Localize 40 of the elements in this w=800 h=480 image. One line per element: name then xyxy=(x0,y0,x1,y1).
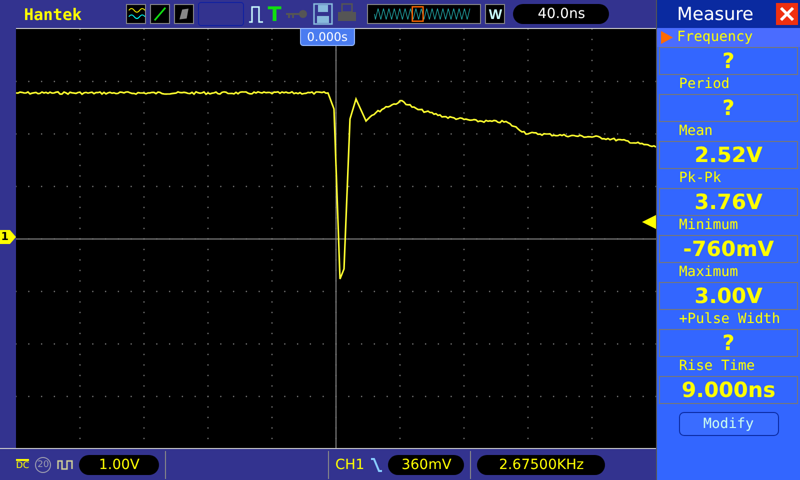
pulse-icon[interactable] xyxy=(248,4,264,24)
frequency-readout: 2.67500KHz xyxy=(477,454,606,474)
trigger-position-label: 0.000s xyxy=(300,28,355,46)
memory-overview-bar[interactable] xyxy=(367,4,482,24)
measurement-label[interactable]: Rise Time xyxy=(657,357,800,376)
measurement-label[interactable]: +Pulse Width xyxy=(657,310,800,329)
modify-button[interactable]: Modify xyxy=(678,412,778,436)
coupling-label: DC xyxy=(16,458,30,470)
waveform-icon[interactable] xyxy=(126,4,146,24)
persistence-icon[interactable] xyxy=(174,4,194,24)
measurement-value: 3.76V xyxy=(659,188,798,216)
save-icon[interactable] xyxy=(313,3,334,25)
measurement-value: 2.52V xyxy=(659,141,798,169)
falling-edge-icon xyxy=(370,456,382,472)
measurement-value: ? xyxy=(659,329,798,357)
measurement-value: -760mV xyxy=(659,235,798,263)
measurement-label[interactable]: Maximum xyxy=(657,263,800,282)
trigger-level-readout: 360mV xyxy=(388,454,464,474)
close-icon[interactable] xyxy=(776,3,798,25)
measurement-label[interactable]: Mean xyxy=(657,122,800,141)
measurement-value: 9.000ns xyxy=(659,376,798,404)
measurement-value: ? xyxy=(659,94,798,122)
measurement-label[interactable]: Period xyxy=(657,75,800,94)
measurement-label[interactable]: Frequency xyxy=(657,28,800,47)
square-wave-icon xyxy=(57,458,74,470)
volts-per-div-readout: 1.00V xyxy=(79,454,160,474)
panel-title: Measure xyxy=(677,4,754,24)
trigger-level-marker[interactable] xyxy=(642,215,656,229)
measurement-label[interactable]: Minimum xyxy=(657,216,800,235)
measurement-value: ? xyxy=(659,47,798,75)
measurement-label[interactable]: Pk-Pk xyxy=(657,169,800,188)
brand-logo: Hantek xyxy=(24,4,82,24)
selection-arrow-icon xyxy=(661,31,673,44)
bandwidth-limit-indicator: 20 xyxy=(35,456,52,472)
channel-marker[interactable]: 1 xyxy=(0,230,16,244)
measurement-value: 3.00V xyxy=(659,282,798,310)
wave-button[interactable]: W xyxy=(485,4,506,24)
trigger-icon[interactable]: T xyxy=(268,4,282,24)
trigger-source-label: CH1 xyxy=(335,456,364,472)
timebase-readout: 40.0ns xyxy=(513,4,610,24)
